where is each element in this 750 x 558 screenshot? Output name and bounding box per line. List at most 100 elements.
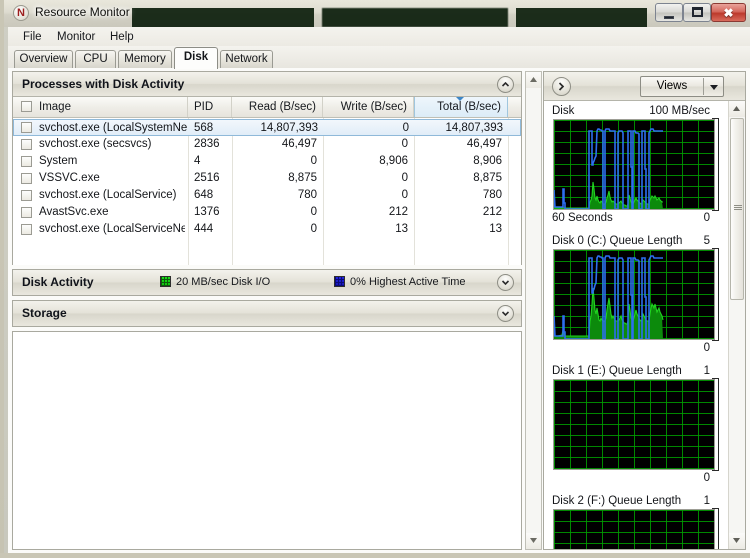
legend-active-time: 0% Highest Active Time xyxy=(334,276,466,288)
table-row[interactable]: svchost.exe (secsvcs) 2836 46,497 0 46,4… xyxy=(13,136,521,153)
menu-bar: File Monitor Help xyxy=(8,27,750,46)
chevron-right-icon[interactable] xyxy=(552,77,571,96)
row-checkbox[interactable] xyxy=(21,207,32,218)
graph-disk2-axis-bracket xyxy=(712,508,719,549)
column-header-read[interactable]: Read (B/sec) xyxy=(232,97,323,117)
table-header-row: Image PID Read (B/sec) Write (B/sec) Tot… xyxy=(13,97,521,118)
table-row[interactable]: AvastSvc.exe 1376 0 212 212 xyxy=(13,204,521,221)
cell-image: svchost.exe (secsvcs) xyxy=(39,138,152,150)
graph-disk0-title: Disk 0 (C:) Queue Length xyxy=(552,235,683,247)
cell-write: 0 xyxy=(401,138,408,150)
cell-pid: 568 xyxy=(194,122,214,134)
cell-total: 13 xyxy=(489,223,502,235)
graph-disk-xlabel: 60 Seconds xyxy=(552,212,613,224)
column-header-image[interactable]: Image xyxy=(13,97,188,117)
storage-panel: Storage xyxy=(12,300,522,327)
table-row[interactable]: VSSVC.exe 2516 8,875 0 8,875 xyxy=(13,170,521,187)
client-area: File Monitor Help Overview CPU Memory Di… xyxy=(8,27,750,553)
chevron-up-icon[interactable] xyxy=(497,76,514,93)
graph-gridlines xyxy=(554,510,714,549)
cell-pid: 444 xyxy=(194,223,214,235)
maximize-button[interactable] xyxy=(683,3,711,22)
cell-write: 13 xyxy=(395,223,408,235)
graph-disk-ymin: 0 xyxy=(703,212,710,224)
column-header-pid[interactable]: PID xyxy=(188,97,232,117)
menu-help[interactable]: Help xyxy=(103,30,141,44)
processes-panel-header[interactable]: Processes with Disk Activity xyxy=(13,72,521,97)
resource-monitor-icon: N xyxy=(13,5,29,21)
close-icon: ✖ xyxy=(723,6,734,20)
window-title: Resource Monitor xyxy=(35,5,130,19)
processes-with-disk-activity-panel: Processes with Disk Activity Image PID R… xyxy=(12,71,522,265)
views-dropdown-button[interactable]: Views xyxy=(640,76,724,97)
disk-activity-panel: Disk Activity 20 MB/sec Disk I/O 0% High… xyxy=(12,269,522,296)
desktop-bleed xyxy=(516,8,647,27)
minimize-button[interactable] xyxy=(655,3,683,22)
graph-disk0-axis-bracket xyxy=(712,248,719,341)
tab-network[interactable]: Network xyxy=(220,50,273,69)
tab-disk[interactable]: Disk xyxy=(174,47,218,69)
cell-read: 0 xyxy=(310,155,317,167)
disk-activity-title: Disk Activity xyxy=(22,275,94,289)
graph-disk0-ymax: 5 xyxy=(703,235,710,247)
chevron-down-icon[interactable] xyxy=(497,274,514,291)
cell-read: 0 xyxy=(310,223,317,235)
row-checkbox[interactable] xyxy=(21,190,32,201)
storage-header[interactable]: Storage xyxy=(13,301,521,326)
cell-read: 8,875 xyxy=(288,172,317,184)
graph-disk-axis-bracket xyxy=(712,118,719,211)
scroll-down-button[interactable] xyxy=(729,533,745,549)
processes-table[interactable]: Image PID Read (B/sec) Write (B/sec) Tot… xyxy=(13,97,521,265)
column-header-write[interactable]: Write (B/sec) xyxy=(323,97,414,117)
row-checkbox[interactable] xyxy=(21,156,32,167)
table-row[interactable]: svchost.exe (LocalService) 648 780 0 780 xyxy=(13,187,521,204)
row-checkbox[interactable] xyxy=(21,139,32,150)
title-bar[interactable]: N Resource Monitor ✖ xyxy=(4,0,750,27)
close-button[interactable]: ✖ xyxy=(711,3,746,22)
storage-title: Storage xyxy=(22,306,67,320)
disk-activity-header[interactable]: Disk Activity 20 MB/sec Disk I/O 0% High… xyxy=(13,270,521,295)
scrollbar-grip-icon xyxy=(734,205,742,210)
cell-pid: 1376 xyxy=(194,206,220,218)
blue-swatch-icon xyxy=(334,276,345,287)
table-row[interactable]: System 4 0 8,906 8,906 xyxy=(13,153,521,170)
cell-pid: 648 xyxy=(194,189,214,201)
left-pane-scrollbar[interactable] xyxy=(525,71,542,550)
graph-disk1-ymax: 1 xyxy=(703,365,710,377)
graph-disk0-ymin: 0 xyxy=(703,342,710,354)
scroll-down-button[interactable] xyxy=(526,533,541,549)
scroll-up-button[interactable] xyxy=(729,101,745,117)
row-checkbox[interactable] xyxy=(21,173,32,184)
scroll-up-button[interactable] xyxy=(526,72,541,88)
menu-monitor[interactable]: Monitor xyxy=(50,30,102,44)
cell-pid: 2836 xyxy=(194,138,220,150)
table-row[interactable]: svchost.exe (LocalSystemNet... 568 14,80… xyxy=(13,119,521,136)
cell-pid: 4 xyxy=(194,155,201,167)
cell-image: svchost.exe (LocalServiceNet... xyxy=(39,223,185,235)
row-checkbox[interactable] xyxy=(21,224,32,235)
chevron-down-icon[interactable] xyxy=(497,305,514,322)
scrollbar-thumb[interactable] xyxy=(730,118,744,300)
graph-disk-title: Disk xyxy=(552,105,575,117)
graph-disk-series xyxy=(554,128,663,209)
cell-image: AvastSvc.exe xyxy=(39,206,109,218)
legend-disk-io: 20 MB/sec Disk I/O xyxy=(160,276,270,288)
tab-cpu[interactable]: CPU xyxy=(75,50,116,69)
tab-memory[interactable]: Memory xyxy=(118,50,172,69)
minimize-icon xyxy=(656,11,682,22)
row-checkbox[interactable] xyxy=(21,122,32,133)
graph-disk1-ymin: 0 xyxy=(703,472,710,484)
cell-total: 14,807,393 xyxy=(445,122,503,134)
restore-icon xyxy=(684,7,710,20)
right-pane-scrollbar[interactable] xyxy=(728,101,745,549)
left-pane: Processes with Disk Activity Image PID R… xyxy=(12,71,522,550)
tab-overview[interactable]: Overview xyxy=(14,50,73,69)
cell-total: 46,497 xyxy=(466,138,502,150)
cell-pid: 2516 xyxy=(194,172,220,184)
graph-disk2-plot xyxy=(553,509,715,549)
cell-image: VSSVC.exe xyxy=(39,172,100,184)
menu-file[interactable]: File xyxy=(16,30,49,44)
cell-image: svchost.exe (LocalSystemNet... xyxy=(39,122,187,134)
cell-read: 46,497 xyxy=(281,138,317,150)
table-row[interactable]: svchost.exe (LocalServiceNet... 444 0 13… xyxy=(13,221,521,238)
